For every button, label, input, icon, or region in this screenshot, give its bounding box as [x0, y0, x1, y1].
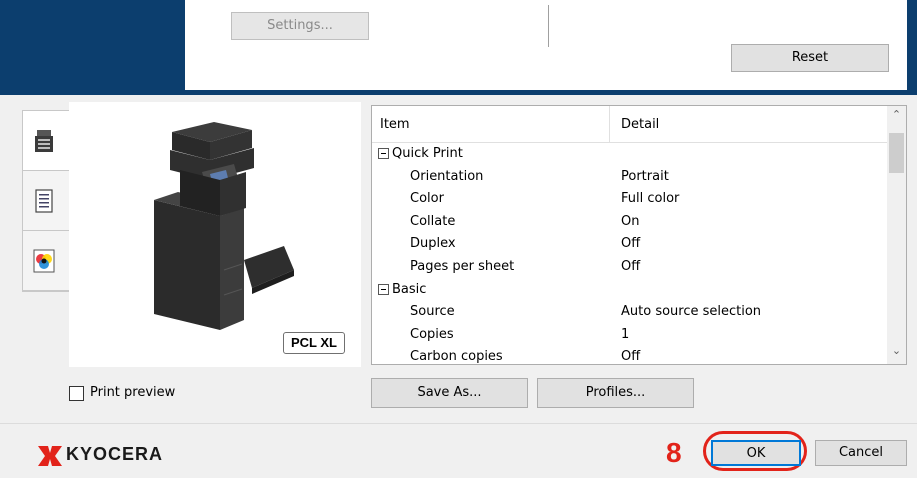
table-row[interactable]: Collate On — [372, 211, 887, 234]
row-detail: 1 — [621, 326, 630, 342]
table-row[interactable]: Source Auto source selection — [372, 301, 887, 324]
vertical-scrollbar[interactable]: ⌃ ⌄ — [887, 106, 906, 364]
settings-button[interactable]: Settings... — [231, 12, 369, 40]
group-row-quick-print[interactable]: Quick Print — [372, 143, 887, 166]
ok-button[interactable]: OK — [711, 440, 801, 466]
column-header-detail[interactable]: Detail — [621, 117, 659, 132]
footer-divider — [0, 423, 917, 424]
header-banner-bottom — [185, 90, 907, 95]
collapse-icon[interactable] — [378, 148, 389, 159]
step-number-annotation: 8 — [666, 437, 682, 468]
cancel-button[interactable]: Cancel — [815, 440, 907, 466]
header-banner-left — [0, 0, 185, 95]
group-row-basic[interactable]: Basic — [372, 279, 887, 302]
document-icon — [35, 189, 53, 213]
side-tab-strip — [22, 110, 70, 292]
print-preview-label[interactable]: Print preview — [90, 385, 175, 400]
row-detail: Auto source selection — [621, 304, 762, 320]
table-row[interactable]: Pages per sheet Off — [372, 256, 887, 279]
tab-color[interactable] — [23, 231, 69, 291]
table-row[interactable]: Duplex Off — [372, 233, 887, 256]
color-icon — [33, 249, 55, 273]
row-detail: Off — [621, 349, 641, 365]
device-preview: PCL XL — [69, 102, 361, 367]
save-as-button[interactable]: Save As... — [371, 378, 528, 408]
list-header: Item Detail — [372, 106, 887, 143]
table-row[interactable]: Carbon copies Off — [372, 346, 887, 365]
collapse-icon[interactable] — [378, 283, 389, 295]
pdl-badge: PCL XL — [283, 332, 345, 354]
table-row[interactable]: Copies 1 — [372, 324, 887, 347]
settings-detail-list[interactable]: Item Detail Quick Print Orientation Port… — [371, 105, 907, 365]
row-detail: Portrait — [621, 168, 669, 184]
row-detail: Full color — [621, 191, 680, 207]
row-label: Basic — [392, 281, 427, 297]
row-label: Source — [410, 304, 455, 320]
column-header-item[interactable]: Item — [380, 117, 410, 132]
row-label: Collate — [410, 213, 456, 229]
row-label: Orientation — [410, 168, 484, 184]
kyocera-logo-icon — [38, 446, 62, 466]
row-detail: Off — [621, 259, 641, 274]
header-banner-right — [907, 0, 917, 95]
printer-icon — [35, 130, 53, 152]
divider — [548, 5, 549, 47]
scroll-down-icon[interactable]: ⌄ — [887, 344, 906, 362]
row-detail: On — [621, 213, 640, 229]
column-separator — [609, 106, 610, 143]
row-label: Pages per sheet — [410, 259, 515, 274]
scroll-up-icon[interactable]: ⌃ — [887, 108, 906, 126]
table-row[interactable]: Orientation Portrait — [372, 166, 887, 189]
row-label: Color — [410, 191, 444, 207]
tab-document[interactable] — [23, 171, 69, 231]
printer-image — [154, 122, 294, 330]
profiles-button[interactable]: Profiles... — [537, 378, 694, 408]
scroll-thumb[interactable] — [889, 133, 904, 173]
tab-device[interactable] — [23, 111, 69, 171]
reset-button[interactable]: Reset — [731, 44, 889, 72]
brand-name: KYOCERA — [66, 444, 164, 464]
row-label: Quick Print — [392, 146, 463, 161]
row-detail: Off — [621, 236, 641, 252]
print-preview-checkbox[interactable] — [69, 386, 84, 401]
table-row[interactable]: Color Full color — [372, 188, 887, 211]
row-label: Copies — [410, 326, 454, 342]
row-label: Duplex — [410, 236, 456, 252]
row-label: Carbon copies — [410, 349, 503, 365]
